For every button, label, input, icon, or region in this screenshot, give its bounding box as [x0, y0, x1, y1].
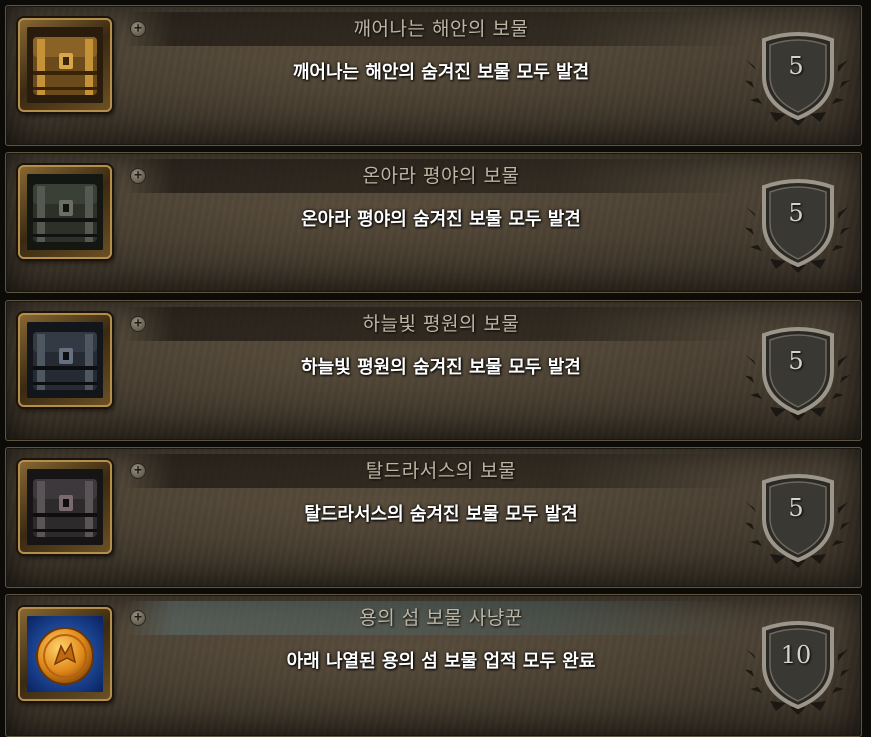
achievement-title: 용의 섬 보물 사냥꾼	[359, 607, 523, 629]
treasure-chest-icon	[27, 27, 103, 103]
achievement-row[interactable]: + 하늘빛 평원의 보물 하늘빛 평원의 숨겨진 보물 모두 발견 5	[5, 300, 862, 441]
achievement-points: 10	[780, 641, 812, 669]
achievement-title: 깨어나는 해안의 보물	[353, 18, 529, 40]
gold-coin-icon	[27, 616, 103, 692]
achievement-points: 5	[788, 494, 804, 522]
achievement-points-shield: 5	[746, 26, 850, 126]
achievement-points-shield: 5	[746, 468, 850, 568]
achievement-title: 탈드라서스의 보물	[365, 460, 517, 482]
achievement-icon-frame	[18, 607, 112, 701]
achievement-row[interactable]: + 탈드라서스의 보물 탈드라서스의 숨겨진 보물 모두 발견 5	[5, 447, 862, 588]
treasure-chest-icon	[27, 469, 103, 545]
achievement-title: 하늘빛 평원의 보물	[362, 313, 520, 335]
achievement-points: 5	[788, 52, 804, 80]
achievement-row[interactable]: + 깨어나는 해안의 보물 깨어나는 해안의 숨겨진 보물 모두 발견 5	[5, 5, 862, 146]
achievement-description: 아래 나열된 용의 섬 보물 업적 모두 완료	[286, 651, 596, 672]
achievement-title: 온아라 평야의 보물	[362, 165, 520, 187]
treasure-chest-icon	[27, 322, 103, 398]
achievement-icon-frame	[18, 18, 112, 112]
achievement-list: + 깨어나는 해안의 보물 깨어나는 해안의 숨겨진 보물 모두 발견 5 + …	[0, 0, 871, 737]
achievement-description: 온아라 평야의 숨겨진 보물 모두 발견	[301, 209, 581, 230]
achievement-row[interactable]: + 온아라 평야의 보물 온아라 평야의 숨겨진 보물 모두 발견 5	[5, 152, 862, 293]
achievement-icon-frame	[18, 313, 112, 407]
achievement-description: 깨어나는 해안의 숨겨진 보물 모두 발견	[292, 62, 590, 83]
achievement-points: 5	[788, 199, 804, 227]
achievement-points: 5	[788, 347, 804, 375]
achievement-icon-frame	[18, 460, 112, 554]
achievement-icon-frame	[18, 165, 112, 259]
achievement-description: 하늘빛 평원의 숨겨진 보물 모두 발견	[301, 357, 581, 378]
achievement-row[interactable]: + 용의 섬 보물 사냥꾼 아래 나열된 용의 섬 보물 업적 모두 완료 10	[5, 594, 862, 737]
achievement-points-shield: 5	[746, 321, 850, 421]
achievement-description: 탈드라서스의 숨겨진 보물 모두 발견	[304, 504, 578, 525]
treasure-chest-icon	[27, 174, 103, 250]
achievement-points-shield: 10	[746, 615, 850, 715]
achievement-points-shield: 5	[746, 173, 850, 273]
